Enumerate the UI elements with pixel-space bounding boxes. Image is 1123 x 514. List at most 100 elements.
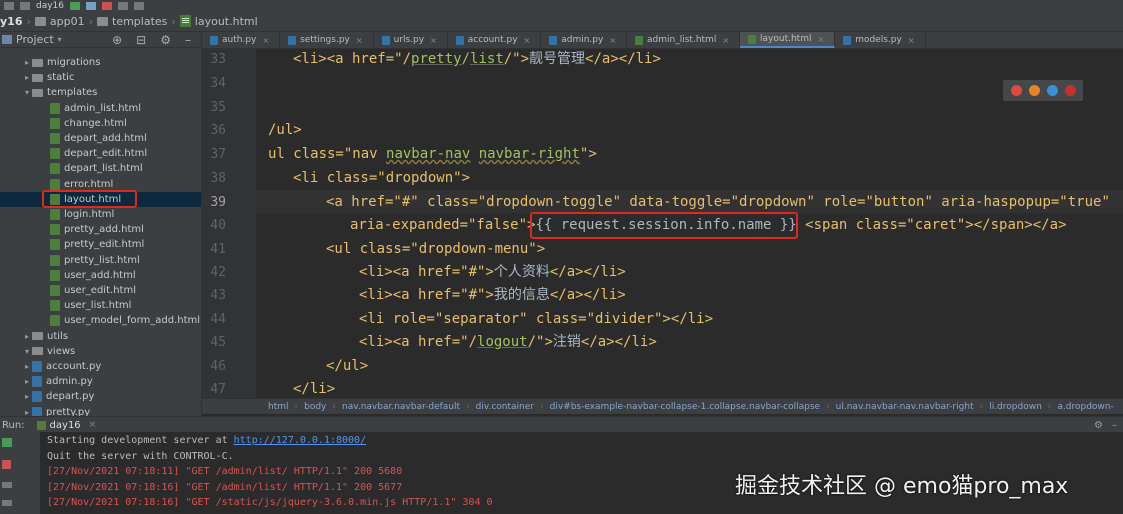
close-icon[interactable]: ×: [524, 36, 531, 45]
chevron-down-icon[interactable]: ▾: [58, 35, 62, 44]
pin-icon[interactable]: [2, 500, 12, 506]
chevron-right-icon[interactable]: ▸: [22, 377, 32, 386]
chevron-right-icon[interactable]: ▸: [22, 392, 32, 401]
tab-settings-py[interactable]: settings.py ×: [280, 32, 374, 48]
html-file-icon: [50, 269, 60, 281]
tree-file[interactable]: change.html: [0, 116, 201, 131]
chrome-icon[interactable]: [1010, 85, 1022, 96]
firefox-icon[interactable]: [1028, 85, 1040, 96]
chevron-right-icon[interactable]: ▸: [22, 408, 32, 416]
opera-icon[interactable]: [1064, 85, 1076, 96]
close-icon[interactable]: ×: [262, 36, 269, 45]
tag-crumb[interactable]: a.dropdown-: [1057, 402, 1113, 412]
tree-file[interactable]: ▸ account.py: [0, 359, 201, 374]
chevron-down-icon[interactable]: ▾: [22, 88, 32, 97]
line-number: 37: [210, 147, 226, 162]
tab-auth-py[interactable]: auth.py ×: [202, 32, 281, 48]
settings-icon[interactable]: [118, 2, 129, 10]
tag-crumb[interactable]: ul.nav.navbar-nav.navbar-right: [836, 402, 974, 412]
line-number: 44: [210, 312, 226, 327]
server-url-link[interactable]: http://127.0.0.1:8000/: [234, 435, 366, 446]
tree-file[interactable]: depart_list.html: [0, 161, 201, 176]
close-icon[interactable]: ×: [817, 35, 824, 44]
close-icon[interactable]: ×: [722, 36, 729, 45]
tag-crumb[interactable]: html: [268, 402, 289, 412]
tab-models-py[interactable]: models.py ×: [835, 32, 926, 48]
tree-folder[interactable]: ▾ views: [0, 344, 201, 359]
debug-icon[interactable]: [86, 2, 97, 10]
code-line-33: <li><a href="/pretty/list/">靓号管理</a></li…: [293, 51, 661, 67]
project-panel-title[interactable]: Project: [16, 33, 54, 46]
chevron-right-icon[interactable]: ▸: [22, 362, 32, 371]
python-file-icon: [381, 35, 390, 45]
tree-file[interactable]: admin_list.html: [0, 101, 201, 116]
code-line-47: </li>: [293, 381, 336, 397]
html-file-icon: [50, 209, 60, 220]
tree-file[interactable]: pretty_add.html: [0, 222, 201, 237]
close-icon[interactable]: ×: [89, 420, 97, 430]
breadcrumb-file[interactable]: layout.html: [195, 15, 258, 28]
run-tab-day16[interactable]: day16: [50, 420, 81, 431]
back-icon[interactable]: [4, 2, 14, 10]
tag-crumb[interactable]: nav.navbar.navbar-default: [342, 402, 460, 412]
tree-item-label: account.py: [46, 361, 102, 372]
tag-crumb[interactable]: body: [304, 402, 326, 412]
breadcrumb-project[interactable]: y16: [0, 15, 22, 28]
chevron-down-icon[interactable]: ▾: [22, 347, 32, 356]
tree-file[interactable]: user_add.html: [0, 268, 201, 283]
forward-icon[interactable]: [20, 2, 30, 10]
html-file-icon: [50, 178, 60, 190]
code-line-37: ul class="nav navbar-nav navbar-right">: [268, 146, 597, 162]
tab-urls-py[interactable]: urls.py ×: [374, 32, 448, 48]
tree-file[interactable]: login.html: [0, 207, 201, 222]
breadcrumb-app[interactable]: app01: [50, 15, 85, 28]
search-icon[interactable]: [134, 2, 145, 10]
tree-file[interactable]: ▸ admin.py: [0, 374, 201, 389]
tree-file[interactable]: user_edit.html: [0, 283, 201, 298]
gear-icon[interactable]: ⚙: [160, 33, 171, 47]
chevron-right-icon[interactable]: ▸: [22, 73, 32, 82]
tree-file[interactable]: user_list.html: [0, 298, 201, 313]
hide-icon[interactable]: –: [185, 33, 191, 47]
tree-file[interactable]: ▸ pretty.py: [0, 405, 201, 416]
tree-file[interactable]: depart_edit.html: [0, 146, 201, 161]
project-panel: Project ▾ ⊕ ⊟ ⚙ – ▸ migrations ▸ static ▾ tem…: [0, 32, 202, 416]
tree-folder[interactable]: ▸ static: [0, 70, 201, 85]
stop-icon[interactable]: [2, 460, 11, 469]
hide-icon[interactable]: –: [1112, 420, 1117, 431]
tree-file[interactable]: pretty_list.html: [0, 253, 201, 268]
chevron-right-icon[interactable]: ▸: [22, 332, 32, 341]
code-editor[interactable]: <li><a href="/pretty/list/">靓号管理</a></li…: [262, 48, 1123, 398]
gear-icon[interactable]: ⚙: [1094, 420, 1103, 431]
tab-account-py[interactable]: account.py ×: [448, 32, 542, 48]
tree-file[interactable]: depart_add.html: [0, 131, 201, 146]
tab-admin-list-html[interactable]: admin_list.html ×: [627, 32, 741, 48]
chevron-right-icon[interactable]: ▸: [22, 58, 32, 67]
browser-preview-bar: [1003, 80, 1083, 101]
tab-layout-html[interactable]: layout.html ×: [740, 32, 836, 48]
close-icon[interactable]: ×: [609, 36, 616, 45]
tab-admin-py[interactable]: admin.py ×: [541, 32, 628, 48]
breadcrumb-templates[interactable]: templates: [112, 15, 167, 28]
tree-file[interactable]: layout.html: [0, 189, 201, 208]
collapse-icon[interactable]: ⊟: [136, 33, 146, 47]
safari-icon[interactable]: [1046, 85, 1058, 96]
close-icon[interactable]: ×: [430, 36, 437, 45]
layout-icon[interactable]: [2, 482, 12, 488]
tree-folder[interactable]: ▸ utils: [0, 329, 201, 344]
tree-folder[interactable]: ▾ templates: [0, 85, 201, 100]
run-config-select[interactable]: day16: [36, 1, 64, 11]
locate-icon[interactable]: ⊕: [112, 33, 122, 47]
tree-file[interactable]: pretty_edit.html: [0, 237, 201, 252]
tag-crumb[interactable]: li.dropdown: [989, 402, 1042, 412]
close-icon[interactable]: ×: [356, 36, 363, 45]
run-icon[interactable]: [70, 2, 81, 10]
tag-crumb[interactable]: div#bs-example-navbar-collapse-1.collaps…: [550, 402, 820, 412]
rerun-icon[interactable]: [2, 438, 12, 447]
tree-folder[interactable]: ▸ migrations: [0, 55, 201, 70]
close-icon[interactable]: ×: [908, 36, 915, 45]
tag-crumb[interactable]: div.container: [476, 402, 534, 412]
tree-file[interactable]: ▸ depart.py: [0, 389, 201, 404]
stop-icon[interactable]: [102, 2, 113, 10]
tree-file[interactable]: user_model_form_add.html: [0, 313, 201, 328]
